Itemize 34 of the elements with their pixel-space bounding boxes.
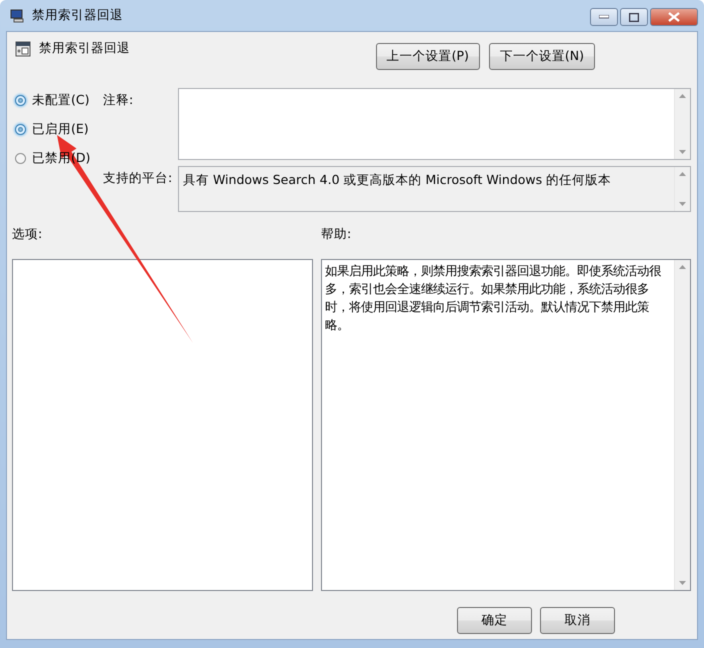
radio-button[interactable] [15,95,26,106]
close-icon [668,12,680,22]
help-label: 帮助: [321,226,352,243]
platform-label: 支持的平台: [103,169,174,187]
maximize-icon [629,12,639,22]
minimize-button[interactable] [590,8,618,26]
options-label: 选项: [12,226,44,243]
policy-title: 禁用索引器回退 [39,40,130,57]
dialog-button[interactable]: 取消 [540,607,615,634]
scroll-up-icon[interactable] [679,265,686,269]
radio-label[interactable]: 未配置(C) [32,92,90,109]
scroll-down-icon[interactable] [679,150,686,154]
comment-label: 注释: [103,91,134,109]
scroll-up-icon[interactable] [679,172,686,176]
scroll-up-icon[interactable] [679,94,686,98]
computer-icon [10,8,26,22]
help-text: 如果启用此策略，则禁用搜索索引器回退功能。即使系统活动很多，索引也会全速继续运行。如果禁用此功能，系统活动很多时，将使用回退逻辑向后调节索引活动。默认情况下禁用此策略。 [324,263,662,334]
nav-button[interactable]: 上一个设置(P) [376,43,480,70]
window-title: 禁用索引器回退 [32,7,124,24]
scrollbar[interactable] [674,89,690,159]
comment-field[interactable] [178,88,691,160]
radio-label[interactable]: 已启用(E) [32,121,89,138]
close-button[interactable] [650,8,698,26]
scroll-down-icon[interactable] [679,202,686,206]
policy-icon [15,40,31,56]
minimize-icon [599,15,609,19]
radio-button[interactable] [15,153,26,164]
radio-button[interactable] [15,124,26,135]
platform-field: 具有 Windows Search 4.0 或更高版本的 Microsoft Windows 的任何版本 [178,166,691,212]
scroll-down-icon[interactable] [679,581,686,585]
dialog-button[interactable]: 确定 [457,607,532,634]
nav-button[interactable]: 下一个设置(N) [488,43,595,70]
maximize-button[interactable] [620,8,648,26]
scrollbar[interactable] [674,260,690,590]
